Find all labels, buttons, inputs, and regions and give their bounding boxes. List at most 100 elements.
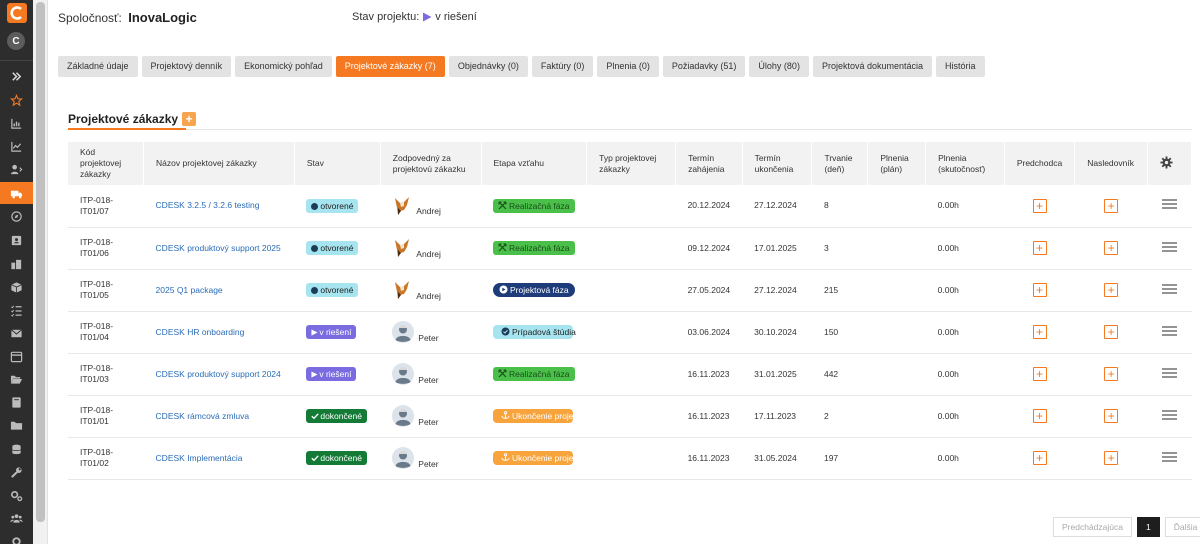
pagination-next-button[interactable]: Ďalšia [1164, 517, 1200, 537]
add-successor-button[interactable]: + [1104, 451, 1119, 465]
col-actual[interactable]: Plnenia (skutočnosť) [925, 142, 1005, 185]
hamburger-menu-icon[interactable] [1162, 325, 1178, 336]
hamburger-menu-icon[interactable] [1162, 409, 1178, 420]
sidebar-item-database[interactable] [0, 438, 33, 460]
add-predecessor-button[interactable]: + [1032, 283, 1047, 297]
bar-chart-icon [11, 118, 22, 129]
sidebar-item-mail[interactable] [0, 322, 33, 344]
hamburger-menu-icon[interactable] [1162, 283, 1178, 294]
pagination-page-1[interactable]: 1 [1136, 517, 1160, 537]
hamburger-menu-icon[interactable] [1162, 241, 1178, 252]
project-order-link[interactable]: CDESK produktový support 2025 [156, 243, 281, 253]
sidebar-item-reports[interactable] [0, 112, 33, 134]
tab-basic-info[interactable]: Základné údaje [58, 56, 138, 77]
tab-invoices[interactable]: Faktúry (0) [531, 56, 594, 77]
add-predecessor-button[interactable]: + [1032, 409, 1047, 423]
col-predecessor[interactable]: Predchodca [1004, 142, 1076, 185]
tab-project-documentation[interactable]: Projektová dokumentácia [812, 56, 932, 77]
tab-requests[interactable]: Požiadavky (51) [662, 56, 746, 77]
table-row[interactable]: ITP-018-IT01/04 CDESK HR onboarding v rieš… [68, 311, 1192, 354]
project-order-link[interactable]: CDESK produktový support 2024 [156, 369, 281, 379]
project-order-link[interactable]: CDESK HR onboarding [156, 327, 245, 337]
sidebar-item-team[interactable] [0, 507, 33, 529]
sidebar-item-favorites[interactable] [0, 89, 33, 111]
tab-project-diary[interactable]: Projektový denník [141, 56, 232, 77]
team-icon [10, 513, 23, 523]
sidebar-item-calendar[interactable] [0, 345, 33, 367]
cell-status: otvorené [294, 185, 381, 228]
project-order-link[interactable]: CDESK 3.2.5 / 3.2.6 testing [156, 200, 260, 210]
status-badge: v riešení [306, 325, 357, 339]
responsible-name: Peter [418, 416, 439, 427]
add-predecessor-button[interactable]: + [1032, 325, 1047, 339]
col-name[interactable]: Názov projektovej zákazky [143, 142, 295, 185]
col-plan[interactable]: Plnenia (plán) [867, 142, 927, 185]
sidebar-item-projects[interactable] [0, 182, 33, 204]
cell-predecessor: + [1004, 395, 1075, 438]
hamburger-menu-icon[interactable] [1162, 199, 1178, 209]
hamburger-menu-icon[interactable] [1162, 451, 1178, 462]
sidebar-item-notes[interactable] [0, 391, 33, 413]
cell-end: 17.11.2023 [742, 395, 812, 438]
col-type[interactable]: Typ projektovej zákazky [586, 142, 677, 185]
sidebar-item-documents[interactable] [0, 368, 33, 390]
sidebar-item-contacts[interactable] [0, 229, 33, 251]
table-row[interactable]: ITP-018-IT01/01 CDESK rámcová zmluva dokon… [68, 395, 1192, 438]
add-successor-button[interactable]: + [1104, 409, 1119, 423]
col-status[interactable]: Stav [294, 142, 381, 185]
col-end[interactable]: Termín ukončenia [742, 142, 813, 185]
table-row[interactable]: ITP-018-IT01/07 CDESK 3.2.5 / 3.2.6 testi… [68, 185, 1192, 228]
sidebar-item-users[interactable] [0, 158, 33, 180]
table-row[interactable]: ITP-018-IT01/02 CDESK Implementácia dokonč… [68, 437, 1192, 480]
table-row[interactable]: ITP-018-IT01/05 2025 Q1 package otvorené An… [68, 269, 1192, 312]
sidebar-item-products[interactable] [0, 276, 33, 298]
sidebar-item-settings[interactable] [0, 484, 33, 506]
col-duration[interactable]: Trvanie (deň) [811, 142, 869, 185]
pagination-prev-button[interactable]: Predchádzajúca [1053, 517, 1132, 537]
col-settings[interactable] [1147, 142, 1192, 185]
sidebar-item-organization[interactable] [0, 253, 33, 275]
add-successor-button[interactable]: + [1104, 198, 1119, 213]
project-order-link[interactable]: 2025 Q1 package [156, 285, 223, 295]
add-successor-button[interactable]: + [1104, 283, 1119, 297]
col-responsible[interactable]: Zodpovedný za projektovú zákazku [380, 142, 482, 185]
add-successor-button[interactable]: + [1104, 325, 1119, 339]
hamburger-menu-icon[interactable] [1162, 367, 1178, 378]
tab-tasks[interactable]: Úlohy (80) [749, 56, 809, 77]
scrollbar-thumb[interactable] [36, 2, 45, 522]
cell-start: 16.11.2023 [675, 353, 743, 396]
tab-project-orders[interactable]: Projektové zákazky (7) [335, 56, 445, 77]
user-avatar[interactable]: C [7, 32, 25, 50]
add-predecessor-button[interactable]: + [1032, 241, 1047, 255]
sidebar-item-analytics[interactable] [0, 135, 33, 157]
tab-fulfillments[interactable]: Plnenia (0) [597, 56, 659, 77]
col-code[interactable]: Kód projektovej zákazky [68, 142, 145, 185]
table-row[interactable]: ITP-018-IT01/06 CDESK produktový support … [68, 227, 1192, 270]
tab-economic-view[interactable]: Ekonomický pohľad [235, 56, 332, 77]
tab-history[interactable]: História [936, 56, 985, 77]
sidebar-item-checklists[interactable] [0, 299, 33, 321]
add-predecessor-button[interactable]: + [1032, 451, 1047, 465]
add-successor-button[interactable]: + [1104, 367, 1119, 381]
gear-icon[interactable] [1160, 155, 1173, 169]
add-project-order-button[interactable]: + [182, 112, 197, 126]
sidebar-item-files[interactable] [0, 414, 33, 436]
sidebar-item-tasks[interactable] [0, 205, 33, 227]
buildings-icon [11, 259, 22, 269]
cell-plan [867, 311, 926, 354]
sidebar-item-admin[interactable] [0, 530, 33, 544]
col-start[interactable]: Termín zahájenia [675, 142, 743, 185]
sidebar-item-tools[interactable] [0, 461, 33, 483]
project-order-link[interactable]: CDESK rámcová zmluva [156, 411, 250, 421]
sidebar-expand[interactable] [0, 65, 33, 87]
table-row[interactable]: ITP-018-IT01/03 CDESK produktový support … [68, 353, 1192, 396]
add-predecessor-button[interactable]: + [1032, 198, 1047, 213]
add-successor-button[interactable]: + [1104, 241, 1119, 255]
col-successor[interactable]: Nasledovník [1074, 142, 1149, 185]
tab-purchase-orders[interactable]: Objednávky (0) [448, 56, 528, 77]
add-predecessor-button[interactable]: + [1032, 367, 1047, 381]
project-order-link[interactable]: CDESK Implementácia [156, 453, 243, 463]
vertical-scrollbar[interactable] [33, 0, 48, 544]
col-stage[interactable]: Etapa vzťahu [481, 142, 588, 185]
app-logo-icon[interactable] [7, 3, 27, 23]
